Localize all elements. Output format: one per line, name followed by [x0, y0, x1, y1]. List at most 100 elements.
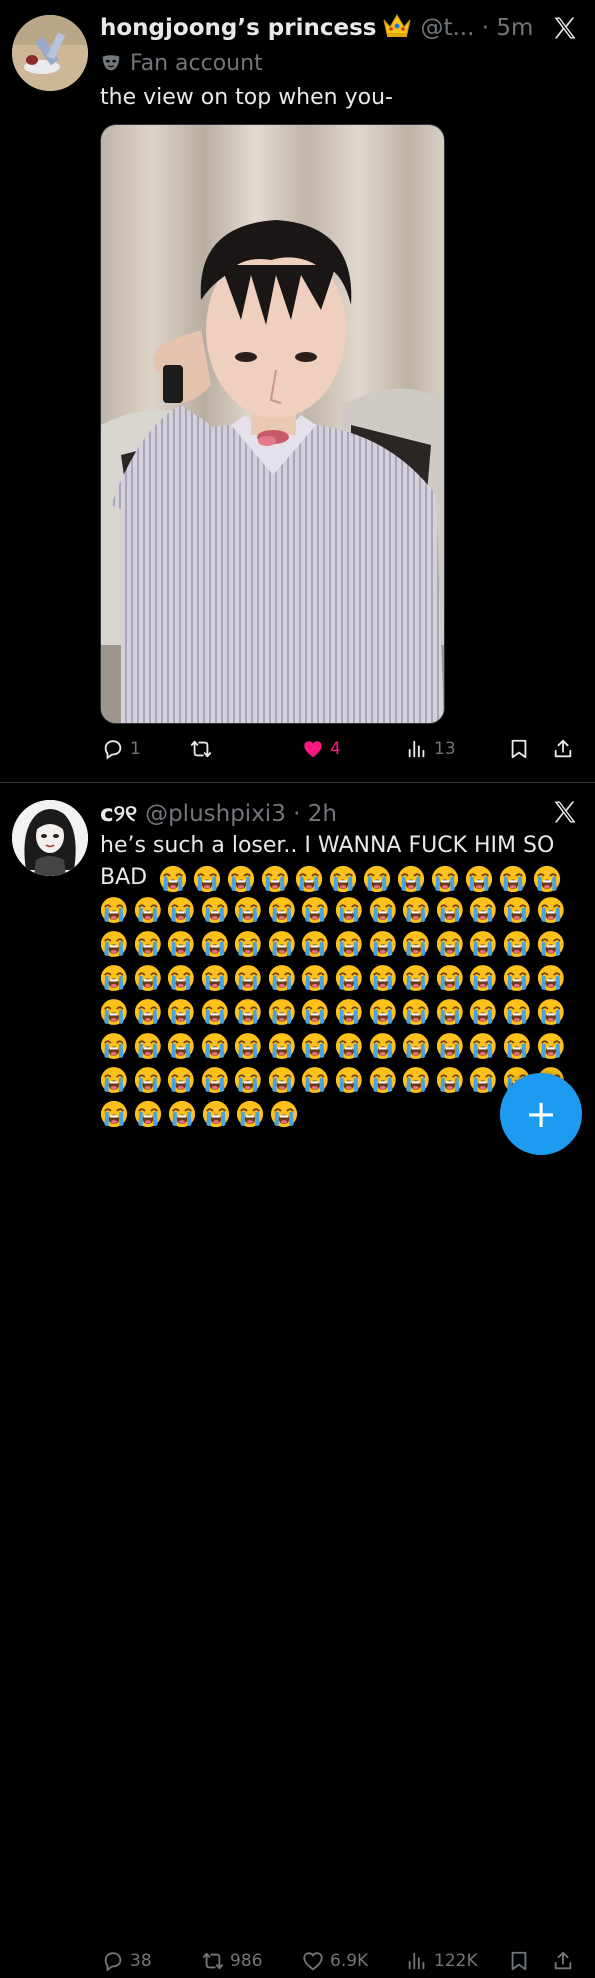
views-button[interactable]: 13: [406, 732, 456, 766]
loudly-crying-face-emoji: [159, 865, 187, 893]
emoji-row: [100, 1064, 570, 1098]
loudly-crying-face-emoji: [295, 865, 323, 893]
label-text: Fan account: [130, 50, 263, 76]
tweet-text-bad: BAD: [100, 865, 148, 890]
like-icon: [304, 741, 322, 758]
share-icon: [554, 1951, 572, 1970]
loudly-crying-face-emoji: [235, 897, 262, 923]
emoji-row: [100, 962, 570, 996]
loudly-crying-face-emoji: [268, 1033, 295, 1059]
loudly-crying-face-emoji: [201, 931, 228, 957]
display-name[interactable]: hongjoong’s princess: [100, 15, 376, 41]
loudly-crying-face-emoji: [369, 1067, 396, 1093]
loudly-crying-face-emoji: [470, 965, 497, 991]
share-button[interactable]: [552, 732, 580, 766]
handle-timestamp[interactable]: @t... · 5m: [420, 15, 533, 41]
share-icon: [554, 739, 572, 758]
emoji-row: [100, 1030, 570, 1064]
tweet-text: the view on top when you-: [100, 85, 393, 110]
reply-button[interactable]: 1: [102, 732, 141, 766]
share-button[interactable]: [552, 1944, 580, 1978]
loudly-crying-face-emoji: [369, 1033, 396, 1059]
mask-icon: [102, 55, 120, 71]
loudly-crying-face-emoji: [100, 1067, 127, 1093]
loudly-crying-face-emoji: [436, 931, 463, 957]
like-icon: [303, 1952, 323, 1971]
loudly-crying-face-emoji: [436, 897, 463, 923]
loudly-crying-face-emoji: [499, 865, 527, 893]
compose-plus-icon: +: [525, 1092, 557, 1136]
emoji-line-first: [159, 863, 567, 893]
loudly-crying-face-emoji: [436, 1067, 463, 1093]
loudly-crying-face-emoji: [335, 931, 362, 957]
tweet-text-line-2: BAD: [100, 862, 577, 894]
emoji-row: [100, 928, 570, 962]
like-button[interactable]: 4: [302, 732, 341, 766]
bookmark-button[interactable]: [508, 732, 536, 766]
reply-count: 1: [130, 739, 141, 759]
handle-timestamp[interactable]: @plushpixi3 · 2h: [145, 801, 337, 827]
loudly-crying-face-emoji: [201, 965, 228, 991]
like-button[interactable]: 6.9K: [302, 1944, 368, 1978]
loudly-crying-face-emoji: [302, 1033, 329, 1059]
loudly-crying-face-emoji: [436, 1033, 463, 1059]
tweet-video[interactable]: [100, 124, 445, 724]
repost-icon: [190, 740, 212, 758]
loudly-crying-face-emoji: [100, 931, 127, 957]
bookmark-icon: [511, 739, 527, 759]
loudly-crying-face-emoji: [134, 965, 161, 991]
loudly-crying-face-emoji: [369, 965, 396, 991]
emoji-row: [100, 894, 570, 928]
repost-button[interactable]: [190, 732, 218, 766]
loudly-crying-face-emoji: [302, 1067, 329, 1093]
loudly-crying-face-emoji: [168, 897, 194, 923]
loudly-crying-face-emoji: [335, 965, 362, 991]
tweet-text-line-1: he’s such a loser.. I WANNA FUCK HIM SO: [100, 833, 555, 858]
loudly-crying-face-emoji: [100, 1033, 127, 1059]
tweet-1[interactable]: hongjoong’s princess @t... · 5m Fan acco…: [0, 0, 595, 782]
loudly-crying-face-emoji: [202, 1100, 230, 1128]
loudly-crying-face-emoji: [537, 1033, 564, 1059]
loudly-crying-face-emoji: [335, 1033, 362, 1059]
views-icon: [408, 1952, 425, 1970]
loudly-crying-face-emoji: [329, 865, 357, 893]
loudly-crying-face-emoji: [369, 897, 396, 923]
compose-button[interactable]: +: [500, 1073, 582, 1155]
loudly-crying-face-emoji: [235, 999, 262, 1025]
loudly-crying-face-emoji: [465, 865, 493, 893]
loudly-crying-face-emoji: [436, 965, 463, 991]
loudly-crying-face-emoji: [100, 1100, 128, 1128]
tweet-text: he’s such a loser.. I WANNA FUCK HIM SO …: [100, 830, 577, 894]
loudly-crying-face-emoji: [335, 897, 362, 923]
bookmark-icon: [511, 1951, 527, 1971]
fan-account-label: Fan account: [100, 48, 263, 78]
loudly-crying-face-emoji: [235, 931, 262, 957]
tweet-actions: 38 986 6.9K 122K: [100, 1944, 585, 1978]
loudly-crying-face-emoji: [268, 999, 295, 1025]
loudly-crying-face-emoji: [235, 1067, 262, 1093]
crown-emoji-icon: [382, 12, 412, 44]
loudly-crying-face-emoji: [470, 897, 497, 923]
reply-icon: [104, 740, 122, 760]
loudly-crying-face-emoji: [201, 1067, 228, 1093]
loudly-crying-face-emoji: [268, 965, 295, 991]
loudly-crying-face-emoji: [403, 999, 429, 1025]
bookmark-button[interactable]: [508, 1944, 536, 1978]
avatar[interactable]: [12, 800, 88, 876]
loudly-crying-face-emoji: [201, 999, 228, 1025]
loudly-crying-face-emoji: [100, 999, 127, 1025]
loudly-crying-face-emoji: [470, 1067, 497, 1093]
reply-button[interactable]: 38: [102, 1944, 152, 1978]
loudly-crying-face-emoji: [270, 1100, 298, 1128]
repost-button[interactable]: 986: [202, 1944, 262, 1978]
loudly-crying-face-emoji: [193, 865, 221, 893]
loudly-crying-face-emoji: [302, 965, 329, 991]
views-count: 122K: [434, 1951, 478, 1971]
loudly-crying-face-emoji: [302, 931, 329, 957]
loudly-crying-face-emoji: [503, 1033, 530, 1059]
avatar[interactable]: [12, 15, 88, 91]
views-button[interactable]: 122K: [406, 1944, 478, 1978]
like-count: 4: [330, 739, 341, 759]
loudly-crying-face-emoji: [100, 965, 127, 991]
display-name[interactable]: c୨୧: [100, 801, 137, 827]
